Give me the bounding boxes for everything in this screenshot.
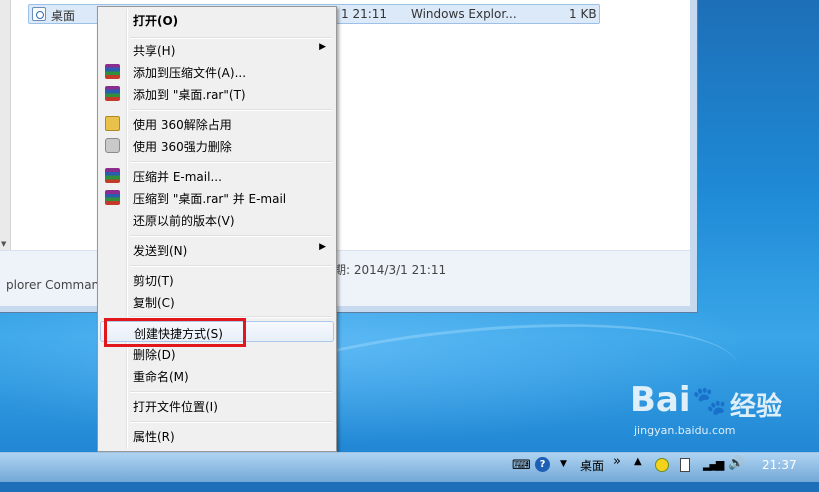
menu-item-share[interactable]: 共享(H) ▶ xyxy=(100,39,334,60)
scroll-down-arrow-icon[interactable]: ▼ xyxy=(1,240,6,248)
details-modified-date: 期: 2014/3/1 21:11 xyxy=(334,263,447,277)
baidu-jingyan-watermark: Bai 🐾 经验 jingyan.baidu.com xyxy=(630,380,819,440)
360-shred-icon xyxy=(105,138,120,153)
show-hidden-icons-icon[interactable]: ▲ xyxy=(634,456,642,467)
file-name: 桌面 xyxy=(51,9,76,23)
menu-item-restore-versions[interactable]: 还原以前的版本(V) xyxy=(100,209,334,230)
menu-item-rename[interactable]: 重命名(M) xyxy=(100,365,334,386)
file-modified: 1 21:11 xyxy=(341,7,388,21)
device-tray-icon[interactable] xyxy=(680,458,690,472)
menu-item-open-file-location[interactable]: 打开文件位置(I) xyxy=(100,395,334,416)
winrar-icon xyxy=(105,190,120,205)
menu-separator xyxy=(130,265,332,267)
toolbar-expand-icon[interactable]: » xyxy=(613,454,621,469)
menu-item-label: 添加到压缩文件(A)... xyxy=(133,66,247,80)
menu-separator xyxy=(130,235,332,237)
menu-item-label: 使用 360强力删除 xyxy=(133,140,232,154)
menu-separator xyxy=(130,109,332,111)
context-menu: 打开(O) 共享(H) ▶ 添加到压缩文件(A)... 添加到 "桌面.rar"… xyxy=(97,6,337,452)
watermark-brand-suffix: 经验 xyxy=(730,392,783,422)
menu-item-360-unlock[interactable]: 使用 360解除占用 xyxy=(100,113,334,134)
submenu-arrow-icon: ▶ xyxy=(319,42,326,52)
menu-item-add-to-rar[interactable]: 添加到 "桌面.rar"(T) xyxy=(100,83,334,104)
menu-item-compress-rar-email[interactable]: 压缩到 "桌面.rar" 并 E-mail xyxy=(100,187,334,208)
menu-item-label: 使用 360解除占用 xyxy=(133,118,232,132)
menu-item-label: 压缩并 E-mail... xyxy=(133,170,222,184)
360-unlock-icon xyxy=(105,116,120,131)
menu-item-label: 复制(C) xyxy=(133,296,175,310)
menu-item-label: 属性(R) xyxy=(133,430,175,444)
menu-item-add-to-archive[interactable]: 添加到压缩文件(A)... xyxy=(100,61,334,82)
shortcut-file-icon xyxy=(32,7,46,21)
file-type: Windows Explor... xyxy=(411,7,517,21)
submenu-arrow-icon: ▶ xyxy=(319,242,326,252)
taskbar: ⌨ ? ▼ 桌面 » ▲ ▂▄▆ 🔊 21:37 xyxy=(0,452,819,482)
menu-item-label: 发送到(N) xyxy=(133,244,188,258)
vertical-scrollbar[interactable]: ▼ xyxy=(0,0,11,250)
clock[interactable]: 21:37 xyxy=(762,458,797,472)
keyboard-icon[interactable]: ⌨ xyxy=(512,458,531,473)
help-icon[interactable]: ? xyxy=(535,457,550,472)
winrar-icon xyxy=(105,168,120,183)
menu-item-label: 重命名(M) xyxy=(133,370,189,384)
menu-item-360-shred[interactable]: 使用 360强力删除 xyxy=(100,135,334,156)
winrar-icon xyxy=(105,86,120,101)
details-file-type: plorer Comman xyxy=(6,278,100,292)
menu-separator xyxy=(130,161,332,163)
menu-item-label: 添加到 "桌面.rar"(T) xyxy=(133,88,246,102)
volume-icon[interactable]: 🔊 xyxy=(728,456,744,471)
toolbar-desktop-label[interactable]: 桌面 xyxy=(580,457,604,474)
menu-item-compress-email[interactable]: 压缩并 E-mail... xyxy=(100,165,334,186)
network-icon[interactable]: ▂▄▆ xyxy=(703,458,724,471)
menu-item-label: 共享(H) xyxy=(133,44,176,58)
menu-item-cut[interactable]: 剪切(T) xyxy=(100,269,334,290)
winrar-icon xyxy=(105,64,120,79)
menu-item-label: 剪切(T) xyxy=(133,274,174,288)
menu-separator xyxy=(130,421,332,423)
tray-dropdown-icon[interactable]: ▼ xyxy=(560,459,567,469)
360-tray-icon[interactable] xyxy=(655,458,669,472)
paw-icon: 🐾 xyxy=(692,384,727,417)
annotation-highlight-box xyxy=(104,318,246,347)
file-size: 1 KB xyxy=(569,7,597,21)
menu-item-label: 打开文件位置(I) xyxy=(133,400,218,414)
watermark-brand: Bai xyxy=(630,380,691,420)
menu-item-label: 还原以前的版本(V) xyxy=(133,214,235,228)
menu-item-label: 删除(D) xyxy=(133,348,176,362)
menu-item-copy[interactable]: 复制(C) xyxy=(100,291,334,312)
watermark-url: jingyan.baidu.com xyxy=(634,424,736,437)
menu-item-send-to[interactable]: 发送到(N) ▶ xyxy=(100,239,334,260)
menu-item-label: 打开(O) xyxy=(133,14,179,28)
menu-item-label: 压缩到 "桌面.rar" 并 E-mail xyxy=(133,192,287,206)
menu-separator xyxy=(130,391,332,393)
menu-item-properties[interactable]: 属性(R) xyxy=(100,425,334,446)
menu-item-open[interactable]: 打开(O) xyxy=(100,9,334,30)
